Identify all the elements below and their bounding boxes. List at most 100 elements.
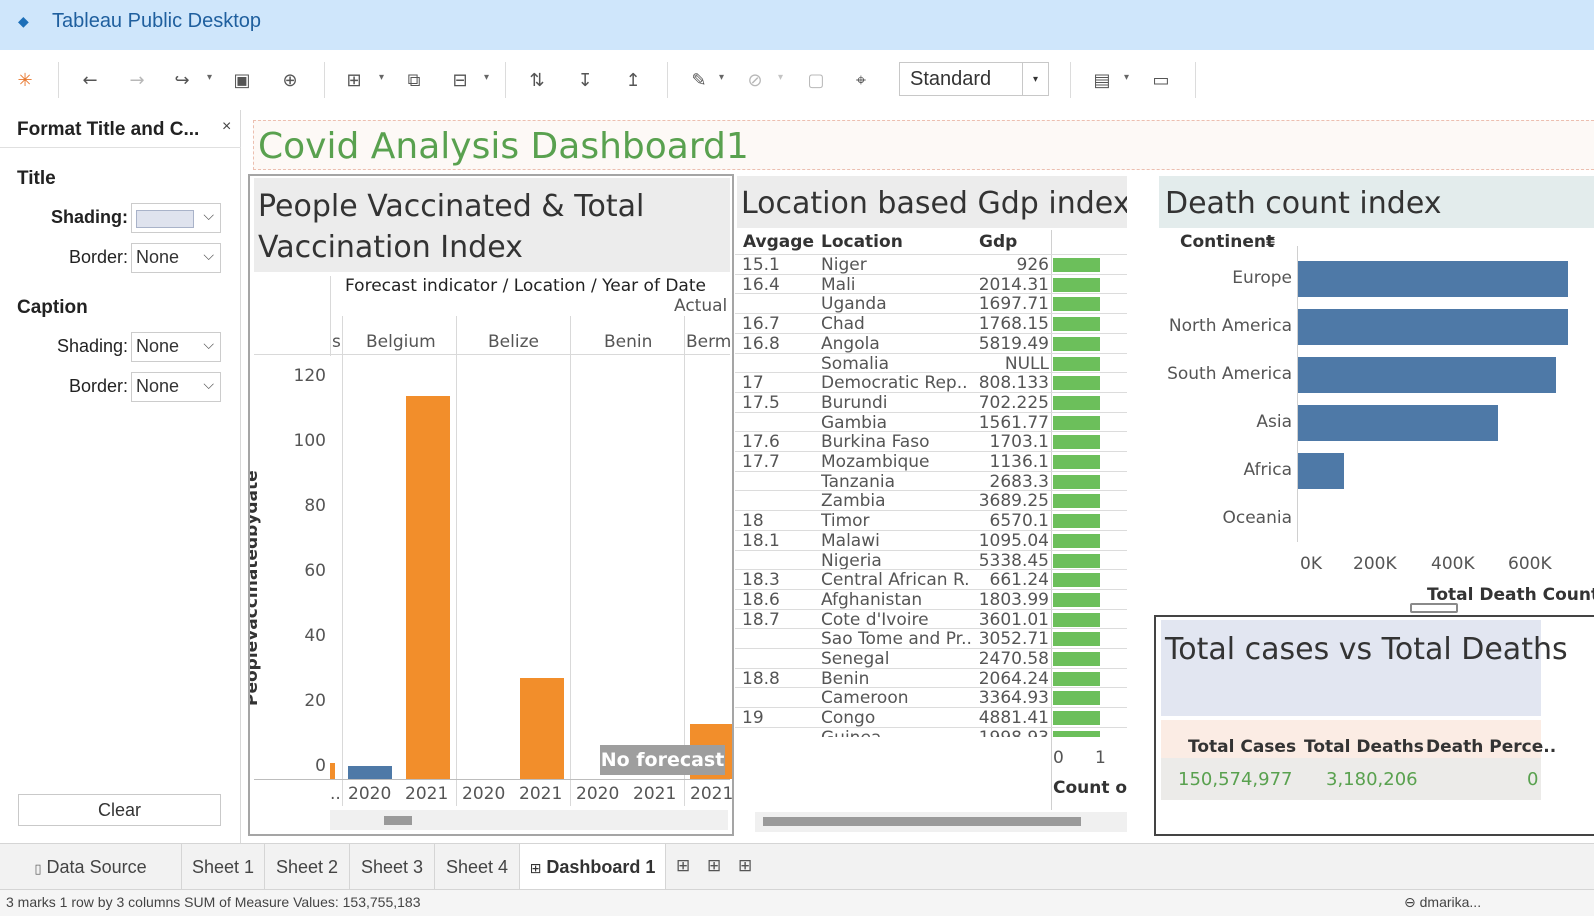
caption-shading-select[interactable]: None ⌵ xyxy=(131,332,221,362)
continent-label[interactable]: Africa xyxy=(1157,460,1293,480)
count-bar[interactable] xyxy=(1053,277,1100,292)
user-status[interactable]: ⊖ dmarika... xyxy=(1404,894,1481,911)
count-bar[interactable] xyxy=(1053,258,1100,272)
view-mode-select[interactable]: Standard ▾ xyxy=(899,62,1049,96)
title-border-select[interactable]: None ⌵ xyxy=(131,243,221,273)
new-dashboard-icon[interactable]: ⊞ xyxy=(707,856,721,876)
scrollbar-thumb[interactable] xyxy=(384,816,412,825)
table-row[interactable]: 18 Timor 6570.1 xyxy=(735,510,1127,531)
presentation-mode-icon[interactable]: ▭ xyxy=(1147,66,1175,94)
continent-label[interactable]: Europe xyxy=(1157,268,1292,288)
table-row[interactable]: Zambia 3689.25 xyxy=(735,490,1127,511)
table-row[interactable]: Nigeria 5338.45 xyxy=(735,549,1127,571)
tab-sheet-1[interactable]: Sheet 1 xyxy=(182,844,265,890)
undo-icon[interactable]: ← xyxy=(76,66,104,94)
table-row[interactable]: 18.8 Benin 2064.24 xyxy=(735,667,1127,689)
continent-label[interactable]: Asia xyxy=(1157,412,1292,432)
new-worksheet-icon[interactable]: ⊞ xyxy=(340,66,368,94)
gdp-horizontal-scrollbar[interactable] xyxy=(755,812,1127,832)
tab-sheet-4[interactable]: Sheet 4 xyxy=(435,844,520,890)
group-dropdown-icon[interactable]: ▾ xyxy=(778,72,783,83)
tab-sheet-3[interactable]: Sheet 3 xyxy=(350,844,435,890)
vaccination-bar[interactable] xyxy=(520,678,564,779)
new-data-source-icon[interactable]: ⊕ xyxy=(276,66,304,94)
death-count-bar[interactable] xyxy=(1298,357,1556,393)
count-bar[interactable] xyxy=(1053,336,1100,351)
table-row[interactable]: Guinea1998.93 xyxy=(735,726,1127,737)
death-percentage-header[interactable]: Death Perce.. xyxy=(1426,737,1556,757)
close-icon[interactable]: × xyxy=(222,118,231,136)
table-row[interactable]: Tanzania 2683.3 xyxy=(735,470,1127,492)
caption-border-select[interactable]: None ⌵ xyxy=(131,372,221,402)
count-bar[interactable] xyxy=(1053,573,1100,588)
highlight-icon[interactable]: ✎ xyxy=(685,66,713,94)
replay-icon[interactable]: ↪ xyxy=(168,66,196,94)
table-row[interactable]: Cameroon 3364.93 xyxy=(735,687,1127,708)
table-row[interactable]: 16.8 Angola 5819.49 xyxy=(735,332,1127,354)
table-row[interactable]: 18.6 Afghanistan 1803.99 xyxy=(735,588,1127,610)
table-row[interactable]: 17.7 Mozambique 1136.1 xyxy=(735,451,1127,472)
clear-sheet-icon[interactable]: ⊟ xyxy=(446,66,474,94)
count-bar[interactable] xyxy=(1053,415,1100,430)
count-bar[interactable] xyxy=(1053,533,1100,548)
count-bar[interactable] xyxy=(1053,356,1100,371)
save-icon[interactable]: ▣ xyxy=(228,66,256,94)
count-bar[interactable] xyxy=(1053,514,1100,529)
redo-icon[interactable]: → xyxy=(123,66,151,94)
new-worksheet-dropdown-icon[interactable]: ▾ xyxy=(379,72,384,83)
table-row[interactable]: 17 Democratic Rep.. 808.133 xyxy=(735,372,1127,393)
count-bar[interactable] xyxy=(1053,435,1100,450)
table-row[interactable]: 16.7 Chad 1768.15 xyxy=(735,313,1127,334)
count-bar[interactable] xyxy=(1053,376,1100,391)
new-worksheet-icon[interactable]: ⊞ xyxy=(676,856,690,876)
total-cases-header[interactable]: Total Cases xyxy=(1188,737,1296,757)
continent-header[interactable]: Continent xyxy=(1180,232,1274,252)
table-row[interactable]: Gambia 1561.77 xyxy=(735,411,1127,433)
totals-panel[interactable]: Total cases vs Total Deaths Total Cases … xyxy=(1154,615,1594,836)
labels-icon[interactable]: ▢ xyxy=(802,66,830,94)
count-bar[interactable] xyxy=(1053,494,1100,509)
gdp-column-header[interactable]: Gdp xyxy=(979,232,1017,252)
table-row[interactable]: Uganda 1697.71 xyxy=(735,293,1127,314)
vaccination-horizontal-scrollbar[interactable] xyxy=(330,810,728,830)
count-bar[interactable] xyxy=(1053,553,1100,568)
avgage-column-header[interactable]: Avgage xyxy=(743,232,814,252)
count-bar[interactable] xyxy=(1053,395,1100,410)
death-count-bar[interactable] xyxy=(1298,405,1499,441)
scrollbar-thumb[interactable] xyxy=(763,817,1081,826)
table-row[interactable]: 15.1 Niger 926 xyxy=(735,254,1127,275)
count-bar[interactable] xyxy=(1053,317,1100,332)
dashboard-title-area[interactable]: Covid Analysis Dashboard1 xyxy=(253,120,1594,170)
count-bar[interactable] xyxy=(1053,671,1100,686)
table-row[interactable]: Senegal 2470.58 xyxy=(735,648,1127,669)
tab-data-source[interactable]: ▯ Data Source xyxy=(0,844,182,890)
sort-descending-icon[interactable]: ↥ xyxy=(619,66,647,94)
table-row[interactable]: 16.4 Mali 2014.31 xyxy=(735,273,1127,295)
continent-label[interactable]: Oceania xyxy=(1157,508,1292,528)
vaccination-panel[interactable]: People Vaccinated & Total Vaccination In… xyxy=(248,174,734,836)
tab-dashboard-1[interactable]: ⊞ Dashboard 1 xyxy=(520,844,666,890)
tab-sheet-2[interactable]: Sheet 2 xyxy=(265,844,350,890)
count-bar[interactable] xyxy=(1053,612,1100,627)
count-bar[interactable] xyxy=(1053,691,1100,706)
death-count-panel[interactable]: Death count index Continent ≣ Europe Nort… xyxy=(1157,174,1594,614)
death-count-bar[interactable] xyxy=(1298,309,1568,345)
new-story-icon[interactable]: ⊞ xyxy=(738,856,752,876)
chevron-down-icon[interactable]: ▾ xyxy=(1022,63,1048,95)
group-icon[interactable]: ⊘ xyxy=(741,66,769,94)
table-row[interactable]: 18.1 Malawi 1095.04 xyxy=(735,529,1127,551)
highlight-dropdown-icon[interactable]: ▾ xyxy=(719,72,724,83)
total-deaths-header[interactable]: Total Deaths xyxy=(1304,737,1424,757)
table-row[interactable]: 18.7 Cote d'Ivoire 3601.01 xyxy=(735,608,1127,630)
location-column-header[interactable]: Location xyxy=(821,232,903,252)
table-row[interactable]: 18.3 Central African R.. 661.24 xyxy=(735,569,1127,590)
resize-handle[interactable] xyxy=(1410,603,1458,613)
clear-dropdown-icon[interactable]: ▾ xyxy=(484,72,489,83)
table-row[interactable]: 17.6 Burkina Faso 1703.1 xyxy=(735,431,1127,452)
table-row[interactable]: 17.5 Burundi 702.225 xyxy=(735,391,1127,413)
continent-label[interactable]: North America xyxy=(1157,316,1292,336)
tableau-logo-icon[interactable]: ✳ xyxy=(11,66,39,94)
death-count-bar[interactable] xyxy=(1298,453,1345,489)
vaccination-bar[interactable] xyxy=(330,762,335,779)
count-bar[interactable] xyxy=(1053,297,1100,312)
